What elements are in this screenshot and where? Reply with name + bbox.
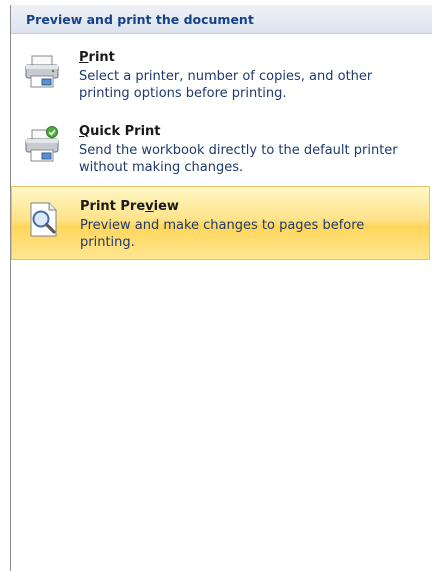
menu-item-quick-print[interactable]: Quick Print Send the workbook directly t… bbox=[11, 112, 432, 186]
menu-item-print[interactable]: Print Select a printer, number of copies… bbox=[11, 38, 432, 112]
panel-header: Preview and print the document bbox=[11, 5, 432, 34]
print-menu-panel: Preview and print the document Print Sel… bbox=[10, 5, 432, 571]
menu-item-print-preview[interactable]: Print Preview Preview and make changes t… bbox=[11, 186, 430, 260]
panel-header-title: Preview and print the document bbox=[26, 11, 254, 27]
print-options-list: Print Select a printer, number of copies… bbox=[11, 34, 432, 260]
menu-item-description: Preview and make changes to pages before… bbox=[80, 218, 365, 250]
printer-icon bbox=[25, 55, 59, 88]
menu-item-title: Quick Print bbox=[79, 124, 161, 139]
menu-item-description: Send the workbook directly to the defaul… bbox=[79, 143, 398, 175]
menu-item-description: Select a printer, number of copies, and … bbox=[79, 69, 373, 101]
menu-item-title: Print bbox=[79, 50, 115, 65]
print-preview-icon bbox=[30, 202, 57, 237]
quick-print-icon bbox=[25, 126, 59, 162]
menu-item-title: Print Preview bbox=[80, 199, 179, 214]
